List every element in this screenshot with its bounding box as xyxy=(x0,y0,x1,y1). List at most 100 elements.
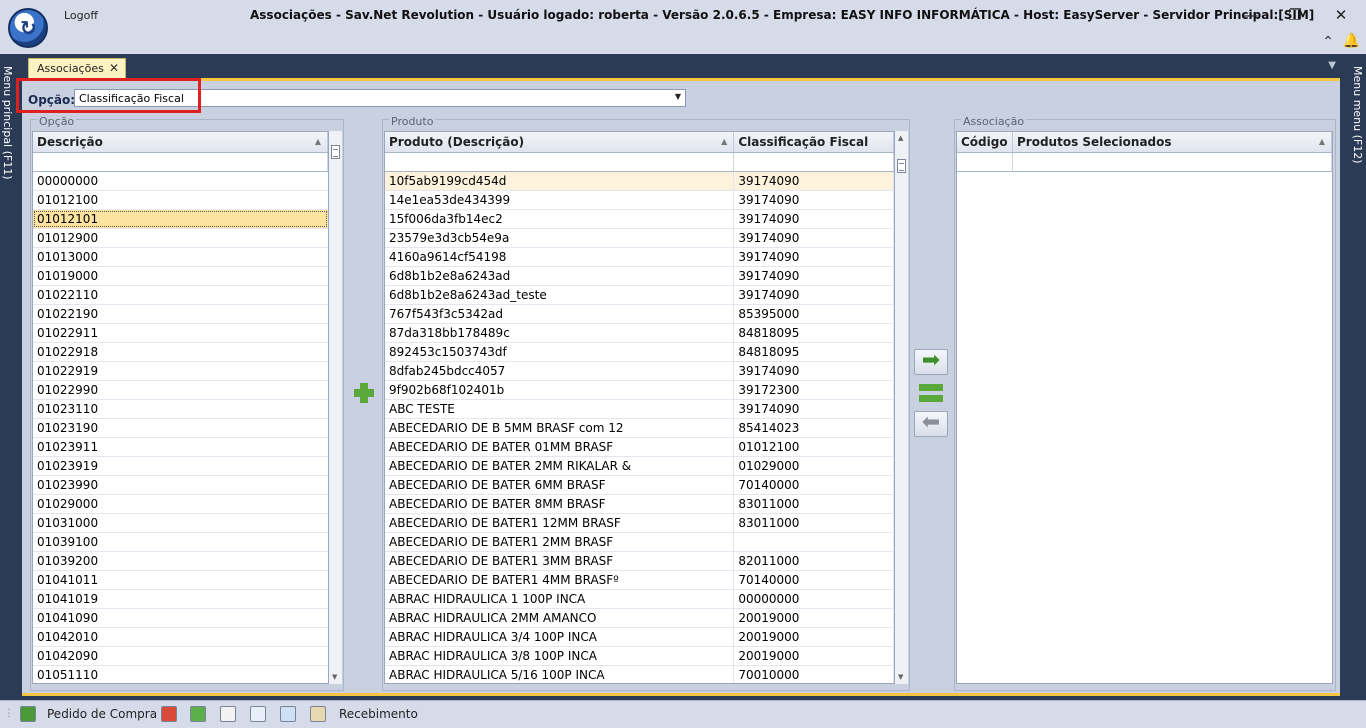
bell-icon[interactable]: 🔔 xyxy=(1343,33,1360,49)
table-row[interactable]: ABECEDARIO DE BATER 6MM BRASF 70140000 xyxy=(385,476,894,495)
table-row[interactable]: 01023911 xyxy=(33,438,328,457)
filter-cell[interactable] xyxy=(1013,153,1332,171)
table-row[interactable]: 6d8b1b2e8a6243ad_teste 39174090 xyxy=(385,286,894,305)
column-header-produto[interactable]: Produto (Descrição) ▲ xyxy=(385,132,735,152)
move-all-button[interactable] xyxy=(914,381,948,407)
table-row[interactable]: ABRAC HIDRAULICA 3/8 100P INCA 20019000 xyxy=(385,647,894,666)
table-row[interactable]: 01022911 xyxy=(33,324,328,343)
scroll-thumb[interactable] xyxy=(331,145,340,159)
report-red-icon[interactable] xyxy=(161,706,177,722)
table-row[interactable]: 15f006da3fb14ec2 39174090 xyxy=(385,210,894,229)
table-row[interactable]: ABECEDARIO DE BATER 8MM BRASF 83011000 xyxy=(385,495,894,514)
add-document-icon[interactable] xyxy=(280,706,296,722)
produto-scrollbar[interactable]: ▲ ▼ xyxy=(895,131,908,684)
app-logo-icon[interactable]: ↻ xyxy=(8,8,48,48)
table-row[interactable]: 6d8b1b2e8a6243ad 39174090 xyxy=(385,267,894,286)
column-header-descricao[interactable]: Descrição ▲ xyxy=(33,132,328,152)
table-row[interactable]: ABRAC HIDRAULICA 1 100P INCA 00000000 xyxy=(385,590,894,609)
sort-icon[interactable]: ▲ xyxy=(721,137,727,146)
table-row[interactable]: 00000000 xyxy=(33,172,328,191)
table-row[interactable]: 01051110 xyxy=(33,666,328,683)
recebimento-button[interactable]: Recebimento xyxy=(339,707,418,721)
table-row[interactable]: 892453c1503743df 84818095 xyxy=(385,343,894,362)
option-select[interactable]: Classificação Fiscal ▼ xyxy=(74,89,686,107)
table-row[interactable]: ABECEDARIO DE BATER1 2MM BRASF xyxy=(385,533,894,552)
move-left-button[interactable]: ⬅ xyxy=(914,411,948,437)
table-row[interactable]: 01013000 xyxy=(33,248,328,267)
table-row[interactable]: 01022190 xyxy=(33,305,328,324)
spreadsheet-icon[interactable] xyxy=(190,706,206,722)
table-row[interactable]: ABECEDARIO DE BATER1 12MM BRASF 83011000 xyxy=(385,514,894,533)
pedido-compra-icon[interactable] xyxy=(20,706,36,722)
right-menu-tab[interactable]: Menu menu (F12) xyxy=(1350,60,1366,710)
logoff-button[interactable]: Logoff xyxy=(64,9,98,22)
sort-icon[interactable]: ▲ xyxy=(1319,137,1325,146)
pedido-compra-button[interactable]: Pedido de Compra xyxy=(47,707,157,721)
table-row[interactable]: 767f543f3c5342ad 85395000 xyxy=(385,305,894,324)
table-row[interactable]: 8dfab245bdcc4057 39174090 xyxy=(385,362,894,381)
table-row[interactable]: 01022990 xyxy=(33,381,328,400)
restore-button[interactable]: ❐ xyxy=(1280,4,1310,26)
table-row[interactable]: 01023990 xyxy=(33,476,328,495)
chevron-down-icon[interactable]: ▼ xyxy=(675,92,681,101)
scroll-down-icon[interactable]: ▼ xyxy=(332,673,337,681)
table-row[interactable]: ABECEDARIO DE B 5MM BRASF com 12 85414023 xyxy=(385,419,894,438)
column-header-produtos-selecionados[interactable]: Produtos Selecionados ▲ xyxy=(1013,132,1332,152)
table-row[interactable]: ABECEDARIO DE BATER1 3MM BRASF 82011000 xyxy=(385,552,894,571)
tab-associacoes[interactable]: Associações ✕ xyxy=(28,58,126,78)
table-row[interactable]: ABECEDARIO DE BATER 2MM RIKALAR & 0102900… xyxy=(385,457,894,476)
table-row[interactable]: 9f902b68f102401b 39172300 xyxy=(385,381,894,400)
table-row[interactable]: 01022110 xyxy=(33,286,328,305)
associacao-filter-row[interactable] xyxy=(957,153,1332,172)
table-row[interactable]: 01012900 xyxy=(33,229,328,248)
table-row[interactable]: 01022919 xyxy=(33,362,328,381)
produto-filter-row[interactable] xyxy=(385,153,894,172)
minimize-button[interactable]: — xyxy=(1236,4,1266,26)
table-row[interactable]: ABRAC HIDRAULICA 3/4 100P INCA 20019000 xyxy=(385,628,894,647)
table-row[interactable]: 10f5ab9199cd454d 39174090 xyxy=(385,172,894,191)
recebimento-icon[interactable] xyxy=(310,706,326,722)
table-row[interactable]: 01023190 xyxy=(33,419,328,438)
tabs-dropdown-icon[interactable]: ▼ xyxy=(1328,60,1336,71)
close-button[interactable]: ✕ xyxy=(1326,4,1356,26)
filter-cell[interactable] xyxy=(385,153,735,171)
filter-cell[interactable] xyxy=(33,153,328,171)
filter-cell[interactable] xyxy=(957,153,1013,171)
table-row[interactable]: 23579e3d3cb54e9a 39174090 xyxy=(385,229,894,248)
move-right-button[interactable]: ➡ xyxy=(914,349,948,375)
table-row[interactable]: 01023110 xyxy=(33,400,328,419)
word-doc-icon[interactable] xyxy=(250,706,266,722)
opcao-filter-row[interactable] xyxy=(33,153,328,172)
left-menu-tab[interactable]: Menu principal (F11) xyxy=(0,60,16,710)
table-row[interactable]: 01039100 xyxy=(33,533,328,552)
scroll-thumb[interactable] xyxy=(897,159,906,173)
column-header-codigo[interactable]: Código xyxy=(957,132,1013,152)
table-row[interactable]: ABRAC HIDRAULICA 5/16 100P INCA 70010000 xyxy=(385,666,894,683)
document-icon[interactable] xyxy=(220,706,236,722)
table-row[interactable]: 87da318bb178489c 84818095 xyxy=(385,324,894,343)
table-row[interactable]: 01041011 xyxy=(33,571,328,590)
filter-cell[interactable] xyxy=(734,153,894,171)
table-row[interactable]: ABRAC HIDRAULICA 2MM AMANCO 20019000 xyxy=(385,609,894,628)
table-row[interactable]: 01031000 xyxy=(33,514,328,533)
tab-close-icon[interactable]: ✕ xyxy=(109,61,119,75)
table-row[interactable]: 01041019 xyxy=(33,590,328,609)
sort-icon[interactable]: ▲ xyxy=(315,137,321,146)
table-row[interactable]: 01029000 xyxy=(33,495,328,514)
table-row[interactable]: 01012101 xyxy=(33,210,328,229)
table-row[interactable]: 01012100 xyxy=(33,191,328,210)
table-row[interactable]: 01022918 xyxy=(33,343,328,362)
table-row[interactable]: 01023919 xyxy=(33,457,328,476)
opcao-scrollbar[interactable]: ▼ xyxy=(329,131,342,684)
table-row[interactable]: 01042090 xyxy=(33,647,328,666)
table-row[interactable]: 01041090 xyxy=(33,609,328,628)
scroll-down-icon[interactable]: ▼ xyxy=(898,673,903,681)
table-row[interactable]: 14e1ea53de434399 39174090 xyxy=(385,191,894,210)
add-icon[interactable] xyxy=(352,381,376,405)
column-header-classificacao[interactable]: Classificação Fiscal xyxy=(734,132,894,152)
table-row[interactable]: 4160a9614cf54198 39174090 xyxy=(385,248,894,267)
scroll-up-icon[interactable]: ▲ xyxy=(898,134,903,142)
table-row[interactable]: ABC TESTE 39174090 xyxy=(385,400,894,419)
table-row[interactable]: 01039200 xyxy=(33,552,328,571)
table-row[interactable]: ABECEDARIO DE BATER1 4MM BRASFº 70140000 xyxy=(385,571,894,590)
